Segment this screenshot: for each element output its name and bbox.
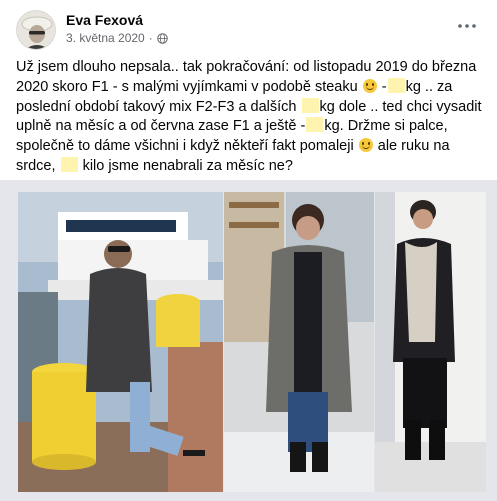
text-line: uplně na měsíc a od června zase F1 a ješ… <box>16 117 448 135</box>
post-text: Už jsem dlouho nepsala.. tak pokračování… <box>16 58 486 177</box>
photo-grid <box>0 180 497 501</box>
facebook-post: Eva Fexová 3. května 2020 · Už jsem dlou… <box>0 0 497 501</box>
redaction-highlight <box>60 156 78 172</box>
smiley-emoji-icon <box>358 138 373 153</box>
smiley-emoji-icon <box>362 78 377 93</box>
photo-mirror-selfie[interactable] <box>224 192 374 492</box>
text-line: srdce, kilo jsme nenabrali za měsíc ne? <box>16 156 293 174</box>
author-avatar[interactable] <box>16 10 56 50</box>
more-options-button[interactable] <box>454 14 480 38</box>
post-meta: 3. května 2020 · <box>66 31 168 45</box>
text-line: 2020 skoro F1 - s malými vyjímkami v pod… <box>16 77 453 95</box>
avatar-image <box>17 11 55 49</box>
redaction-highlight <box>387 77 405 93</box>
author-name[interactable]: Eva Fexová <box>66 12 143 28</box>
photo-standing[interactable] <box>375 192 486 492</box>
photo-harbor[interactable] <box>18 192 223 492</box>
redaction-highlight <box>301 97 319 113</box>
globe-icon[interactable] <box>156 32 168 44</box>
more-options-icon <box>458 24 476 28</box>
text-line: poslední období takový mix F2-F3 a další… <box>16 97 482 115</box>
text-line: Už jsem dlouho nepsala.. tak pokračování… <box>16 59 477 75</box>
meta-separator: · <box>148 31 153 45</box>
text-line: společně to dáme všichni i když někteří … <box>16 138 450 155</box>
post-timestamp[interactable]: 3. května 2020 <box>66 31 145 45</box>
redaction-highlight <box>306 117 324 133</box>
